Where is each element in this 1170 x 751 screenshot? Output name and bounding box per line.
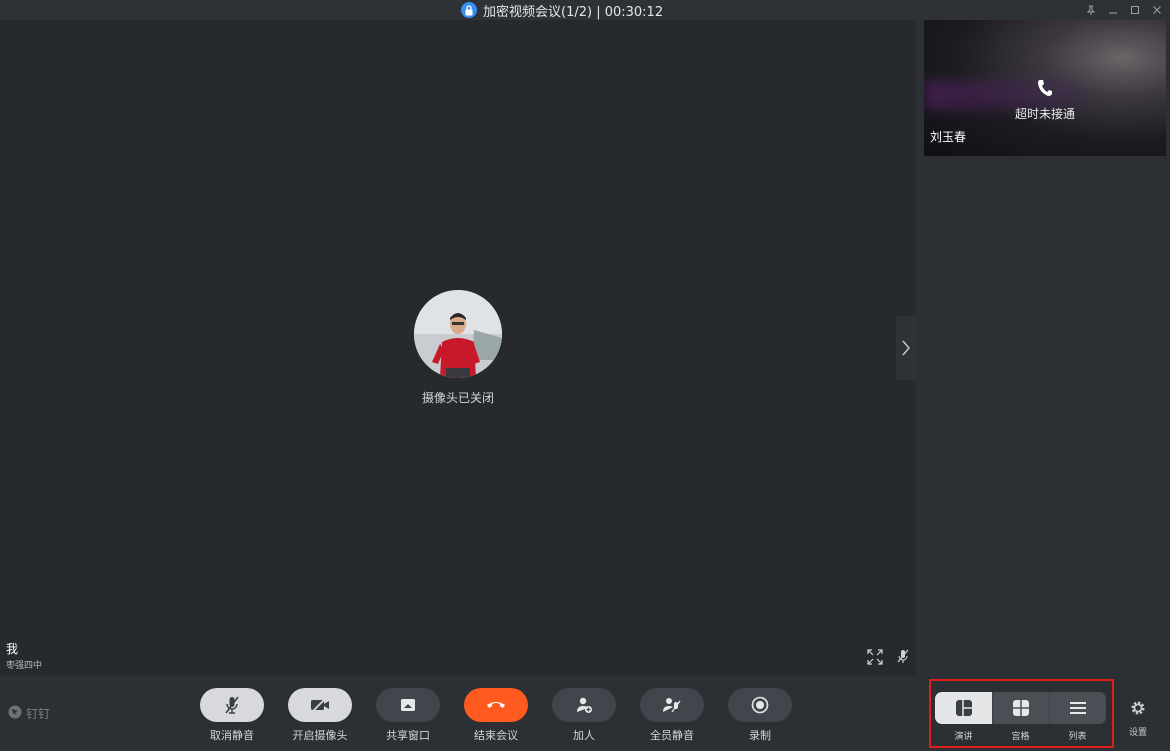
maximize-icon[interactable]: [1124, 0, 1146, 20]
participant-tile[interactable]: 超时未接通 刘玉春: [924, 20, 1166, 156]
close-icon[interactable]: [1146, 0, 1168, 20]
share-window-label: 共享窗口: [386, 729, 430, 742]
unmute-label: 取消静音: [210, 729, 254, 742]
settings-button[interactable]: 设置: [1124, 700, 1152, 738]
add-person-icon: [577, 697, 592, 713]
participant-name: 刘玉春: [930, 130, 967, 144]
record-button[interactable]: 录制: [728, 688, 792, 743]
end-meeting-label: 结束会议: [474, 729, 518, 742]
share-window-icon: [401, 699, 415, 711]
grid-layout-icon: [1013, 700, 1029, 716]
fullscreen-icon[interactable]: [866, 648, 884, 670]
main-video-area: 摄像头已关闭 我 枣强四中: [0, 20, 916, 676]
layout-grid-button[interactable]: [992, 692, 1049, 724]
camera-off-icon: [311, 697, 329, 713]
share-window-button[interactable]: 共享窗口: [376, 688, 440, 743]
self-org: 枣强四中: [6, 661, 43, 671]
meeting-title: 加密视频会议(1/2) | 00:30:12: [461, 0, 663, 20]
title-bar: 加密视频会议(1/2) | 00:30:12: [0, 0, 1170, 20]
layout-list-label: 列表: [1068, 732, 1087, 742]
end-meeting-button[interactable]: 结束会议: [464, 688, 528, 743]
layout-switcher: 演讲 宫格 列表: [929, 679, 1114, 748]
gear-icon: [1131, 701, 1145, 715]
settings-label: 设置: [1128, 728, 1147, 738]
add-person-label: 加人: [573, 729, 595, 742]
mute-all-icon: [663, 698, 681, 713]
hangup-icon: [487, 702, 505, 708]
participant-panel: 超时未接通 刘玉春: [916, 20, 1170, 676]
record-label: 录制: [749, 729, 771, 742]
mic-muted-small-icon: [896, 648, 910, 668]
speaker-layout-icon: [955, 700, 972, 716]
expand-side-panel-button[interactable]: [896, 316, 916, 380]
bottom-toolbar: 钉钉 取消静音 开启摄像头 共享窗口 结束会议 加人 全员静音 录制 演讲 宫格…: [0, 676, 1170, 751]
chevron-right-icon: [902, 340, 910, 356]
layout-options: [935, 692, 1106, 724]
layout-labels: 演讲 宫格 列表: [935, 729, 1106, 742]
self-name: 我: [6, 642, 19, 656]
dingtalk-icon: [8, 705, 22, 722]
list-layout-icon: [1070, 702, 1086, 714]
add-person-button[interactable]: 加人: [552, 688, 616, 743]
layout-speaker-button[interactable]: [935, 692, 992, 724]
brand-name: 钉钉: [26, 707, 51, 721]
layout-list-button[interactable]: [1049, 692, 1106, 724]
phone-icon: [1036, 78, 1054, 102]
mute-all-label: 全员静音: [650, 729, 694, 742]
start-camera-button[interactable]: 开启摄像头: [288, 688, 352, 743]
mute-all-button[interactable]: 全员静音: [640, 688, 704, 743]
avatar: [414, 290, 502, 378]
meeting-title-text: 加密视频会议(1/2) | 00:30:12: [483, 4, 664, 20]
mic-muted-icon: [225, 696, 239, 714]
lock-icon: [461, 2, 477, 18]
participant-status: 超时未接通: [1014, 107, 1075, 121]
layout-speaker-label: 演讲: [954, 732, 973, 742]
brand-logo: 钉钉: [8, 705, 50, 722]
record-icon: [751, 696, 769, 714]
camera-off-status: 摄像头已关闭: [421, 391, 494, 405]
minimize-icon[interactable]: [1102, 0, 1124, 20]
layout-grid-label: 宫格: [1011, 732, 1030, 742]
start-camera-label: 开启摄像头: [292, 729, 348, 742]
pin-icon[interactable]: [1080, 0, 1102, 20]
unmute-button[interactable]: 取消静音: [200, 688, 264, 743]
